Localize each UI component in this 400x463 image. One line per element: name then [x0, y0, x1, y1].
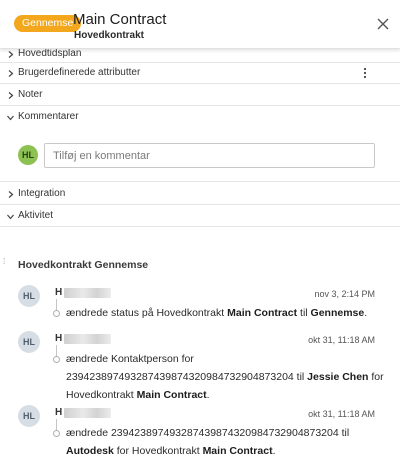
redacted-name [64, 408, 111, 418]
user-name: H [55, 287, 63, 298]
chevron-right-icon [8, 191, 14, 198]
list-item: HL H okt 31, 11:18 AM ændrede 2394238974… [0, 405, 400, 463]
redacted-name [64, 334, 111, 344]
timestamp: nov 3, 2:14 PM [314, 289, 375, 299]
section-activity[interactable]: Aktivitet [0, 206, 400, 227]
section-label: Kommentarer [18, 111, 79, 122]
chevron-down-icon [7, 115, 14, 121]
timeline-dot [53, 430, 60, 437]
activity-message: ændrede Kontaktperson for 23942389749328… [66, 353, 384, 401]
list-item: HL H nov 3, 2:14 PM ændrede status på Ho… [0, 285, 400, 325]
chevron-right-icon [8, 70, 14, 77]
section-comments[interactable]: Kommentarer [0, 107, 400, 128]
panel-header: Gennemse Main Contract Hovedkontrakt [0, 0, 400, 49]
page-subtitle: Hovedkontrakt [74, 30, 145, 41]
timeline-dot [53, 356, 60, 363]
activity-message: ændrede status på Hovedkontrakt Main Con… [66, 307, 368, 319]
activity-heading: Hovedkontrakt Gennemse [18, 259, 149, 271]
section-custom-attributes[interactable]: Brugerdefinerede attributter [0, 63, 400, 84]
section-label: Aktivitet [18, 210, 54, 221]
section-notes[interactable]: Noter [0, 85, 400, 106]
comment-input[interactable] [44, 143, 375, 168]
avatar: HL [18, 405, 40, 427]
chevron-down-icon [7, 214, 14, 220]
status-badge: Gennemse [14, 15, 82, 32]
chevron-right-icon [8, 51, 14, 58]
section-label: Hovedtidsplan [18, 48, 82, 59]
section-label: Integration [18, 188, 66, 199]
section-label: Brugerdefinerede attributter [18, 67, 141, 78]
section-label: Noter [18, 89, 43, 100]
activity-message: ændrede 23942389749328743987432098473290… [66, 427, 350, 457]
chevron-right-icon [8, 92, 14, 99]
user-name: H [55, 333, 63, 344]
page-title: Main Contract [73, 11, 167, 28]
timeline-dot [53, 310, 60, 317]
close-icon[interactable] [374, 15, 392, 33]
list-item: HL H okt 31, 11:18 AM ændrede Kontaktper… [0, 331, 400, 401]
timestamp: okt 31, 11:18 AM [308, 409, 375, 419]
avatar: HL [18, 331, 40, 353]
user-name: H [55, 407, 63, 418]
avatar: HL [18, 285, 40, 307]
avatar: HL [18, 145, 38, 165]
section-integration[interactable]: Integration [0, 184, 400, 205]
kebab-menu-icon[interactable] [363, 67, 367, 79]
timestamp: okt 31, 11:18 AM [308, 335, 375, 345]
comments-body: HL [0, 134, 400, 182]
resize-handle: ⁞ [3, 257, 6, 266]
redacted-name [64, 288, 111, 298]
